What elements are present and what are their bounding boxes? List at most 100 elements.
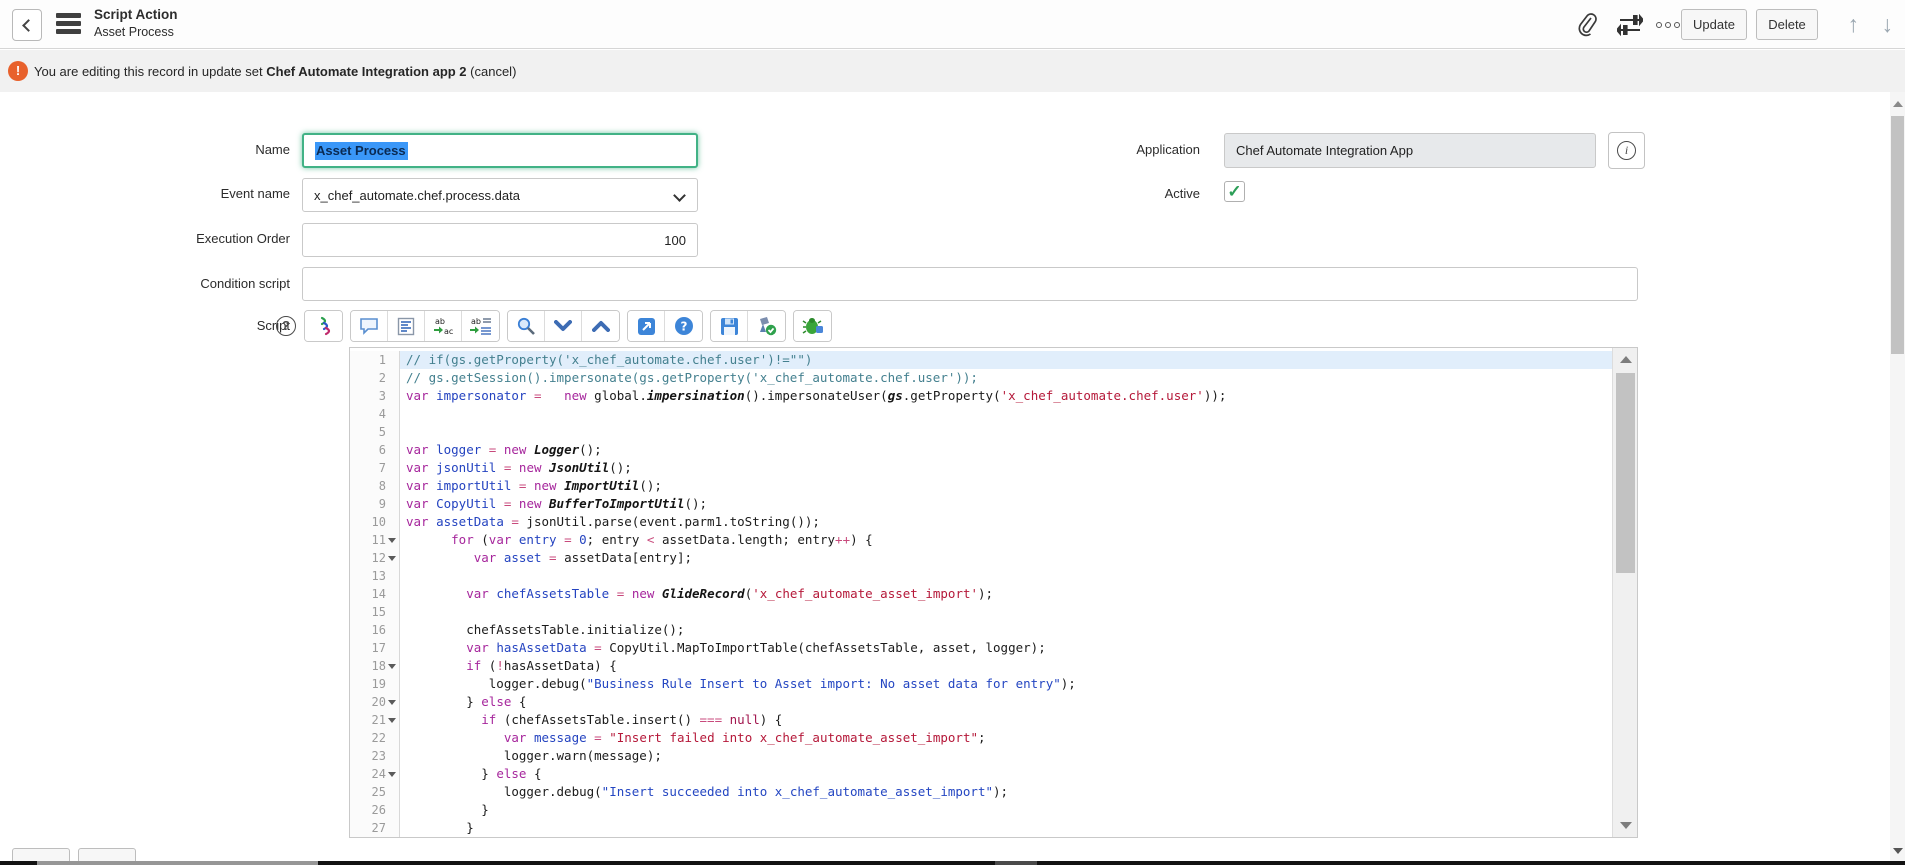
code-line[interactable]: 10 var assetData = jsonUtil.parse(event.p… — [350, 513, 1637, 531]
fold-arrow-icon[interactable] — [388, 718, 396, 723]
code-line[interactable]: 7var jsonUtil = new JsonUtil(); — [350, 459, 1637, 477]
code-line[interactable]: 15 — [350, 603, 1637, 621]
previous-record-icon[interactable]: ↑ — [1848, 9, 1860, 39]
code-line[interactable]: 2 // gs.getSession().impersonate(gs.getPr… — [350, 369, 1637, 387]
code-line[interactable]: 23 logger.warn(message); — [350, 747, 1637, 765]
replace-all-icon[interactable]: ab — [462, 311, 499, 341]
code-line[interactable]: 13 — [350, 567, 1637, 585]
back-button[interactable] — [12, 9, 42, 41]
code-text: var chefAssetsTable = new GlideRecord('x… — [400, 585, 1637, 603]
line-number: 18 — [350, 659, 386, 673]
page-scroll-down-icon[interactable] — [1893, 848, 1903, 854]
code-line[interactable]: 18 if (!hasAssetData) { — [350, 657, 1637, 675]
syntax-check-icon[interactable] — [748, 311, 785, 341]
code-line[interactable]: 20 } else { — [350, 693, 1637, 711]
line-number: 20 — [350, 695, 386, 709]
line-number: 19 — [350, 677, 386, 691]
save-icon[interactable] — [711, 311, 748, 341]
script-label: Script — [0, 318, 290, 333]
active-checkbox[interactable]: ✓ — [1224, 181, 1245, 202]
page-scroll-up-icon[interactable] — [1893, 101, 1903, 107]
line-number: 2 — [350, 371, 386, 385]
editor-scrollbar-thumb[interactable] — [1616, 373, 1635, 573]
code-line[interactable]: 26 } — [350, 801, 1637, 819]
find-next-icon[interactable] — [545, 311, 582, 341]
debug-icon[interactable] — [794, 311, 831, 341]
code-text: // gs.getSession().impersonate(gs.getPro… — [400, 369, 1637, 387]
application-info-button[interactable]: i — [1608, 132, 1645, 169]
code-line[interactable]: 4 — [350, 405, 1637, 423]
name-input[interactable]: Asset Process — [302, 133, 698, 168]
delete-button[interactable]: Delete — [1756, 9, 1818, 40]
code-text: var impersonator = new global.impersinat… — [400, 387, 1637, 405]
code-line[interactable]: 14 var chefAssetsTable = new GlideRecord… — [350, 585, 1637, 603]
code-line[interactable]: 12 var asset = assetData[entry]; — [350, 549, 1637, 567]
line-number: 16 — [350, 623, 386, 637]
open-in-new-window-icon[interactable] — [628, 311, 665, 341]
code-line[interactable]: 16 chefAssetsTable.initialize(); — [350, 621, 1637, 639]
fold-arrow-icon[interactable] — [388, 700, 396, 705]
line-number: 22 — [350, 731, 386, 745]
code-line[interactable]: 8var importUtil = new ImportUtil(); — [350, 477, 1637, 495]
editor-help-icon[interactable]: ? — [665, 311, 702, 341]
banner-cancel-link[interactable]: (cancel) — [467, 64, 517, 79]
code-line[interactable]: 24 } else { — [350, 765, 1637, 783]
code-line[interactable]: 1// if(gs.getProperty('x_chef_automate.c… — [350, 351, 1637, 369]
find-previous-icon[interactable] — [582, 311, 619, 341]
code-line[interactable]: 17 var hasAssetData = CopyUtil.MapToImpo… — [350, 639, 1637, 657]
line-number: 27 — [350, 821, 386, 835]
fold-arrow-icon[interactable] — [388, 664, 396, 669]
replace-icon[interactable]: ab ac — [425, 311, 462, 341]
script-action-form-page: Script Action Asset Process Update Delet… — [0, 0, 1905, 865]
fold-arrow-icon[interactable] — [388, 772, 396, 777]
script-code-editor[interactable]: 1// if(gs.getProperty('x_chef_automate.c… — [349, 347, 1638, 838]
banner-prefix: You are editing this record in update se… — [34, 64, 266, 79]
attachment-icon[interactable] — [1574, 12, 1600, 38]
bottom-edge-bar — [0, 861, 1905, 865]
code-text: logger.debug("Business Rule Insert to As… — [400, 675, 1637, 693]
code-text: } — [400, 801, 1637, 819]
code-line[interactable]: 27 } — [350, 819, 1637, 837]
help-icon[interactable]: ? — [276, 316, 296, 336]
search-icon[interactable] — [508, 311, 545, 341]
chevron-down-icon — [673, 189, 686, 202]
code-line[interactable]: 11 for (var entry = 0; entry < assetData… — [350, 531, 1637, 549]
page-scrollbar-thumb[interactable] — [1891, 116, 1904, 354]
code-line[interactable]: 6var logger = new Logger(); — [350, 441, 1637, 459]
event-name-value: x_chef_automate.chef.process.data — [314, 188, 520, 203]
code-text: var assetData = jsonUtil.parse(event.par… — [400, 513, 1637, 531]
line-number: 17 — [350, 641, 386, 655]
line-number: 10 — [350, 515, 386, 529]
application-value: Chef Automate Integration App — [1236, 143, 1413, 158]
line-number: 3 — [350, 389, 386, 403]
code-text — [400, 603, 1637, 621]
form-context-menu-icon[interactable] — [56, 13, 82, 37]
code-line[interactable]: 25 logger.debug("Insert succeeded into x… — [350, 783, 1637, 801]
editor-scroll-down-icon[interactable] — [1620, 822, 1632, 829]
next-record-icon[interactable]: ↓ — [1882, 9, 1894, 39]
update-button[interactable]: Update — [1681, 9, 1747, 40]
code-line[interactable]: 9var CopyUtil = new BufferToImportUtil()… — [350, 495, 1637, 513]
more-options-icon[interactable] — [1653, 19, 1683, 31]
code-text: } else { — [400, 765, 1637, 783]
fold-arrow-icon[interactable] — [388, 538, 396, 543]
format-code-icon[interactable] — [388, 311, 425, 341]
fold-arrow-icon[interactable] — [388, 556, 396, 561]
syntax-highlight-toggle-icon[interactable] — [305, 311, 342, 341]
editor-scroll-up-icon[interactable] — [1620, 356, 1632, 363]
code-line[interactable]: 21 if (chefAssetsTable.insert() === null… — [350, 711, 1637, 729]
line-number: 4 — [350, 407, 386, 421]
code-line[interactable]: 22 var message = "Insert failed into x_c… — [350, 729, 1637, 747]
line-number: 15 — [350, 605, 386, 619]
condition-script-input[interactable] — [302, 267, 1638, 301]
page-scrollbar[interactable] — [1890, 92, 1905, 862]
execution-order-input[interactable]: 100 — [302, 223, 698, 257]
comment-icon[interactable] — [351, 311, 388, 341]
event-name-select[interactable]: x_chef_automate.chef.process.data — [302, 178, 698, 212]
code-line[interactable]: 3 var impersonator = new global.impersina… — [350, 387, 1637, 405]
code-line[interactable]: 19 logger.debug("Business Rule Insert to… — [350, 675, 1637, 693]
personalize-form-icon[interactable] — [1617, 12, 1643, 38]
code-text: for (var entry = 0; entry < assetData.le… — [400, 531, 1637, 549]
code-line[interactable]: 5 — [350, 423, 1637, 441]
editor-scrollbar[interactable] — [1612, 348, 1637, 837]
